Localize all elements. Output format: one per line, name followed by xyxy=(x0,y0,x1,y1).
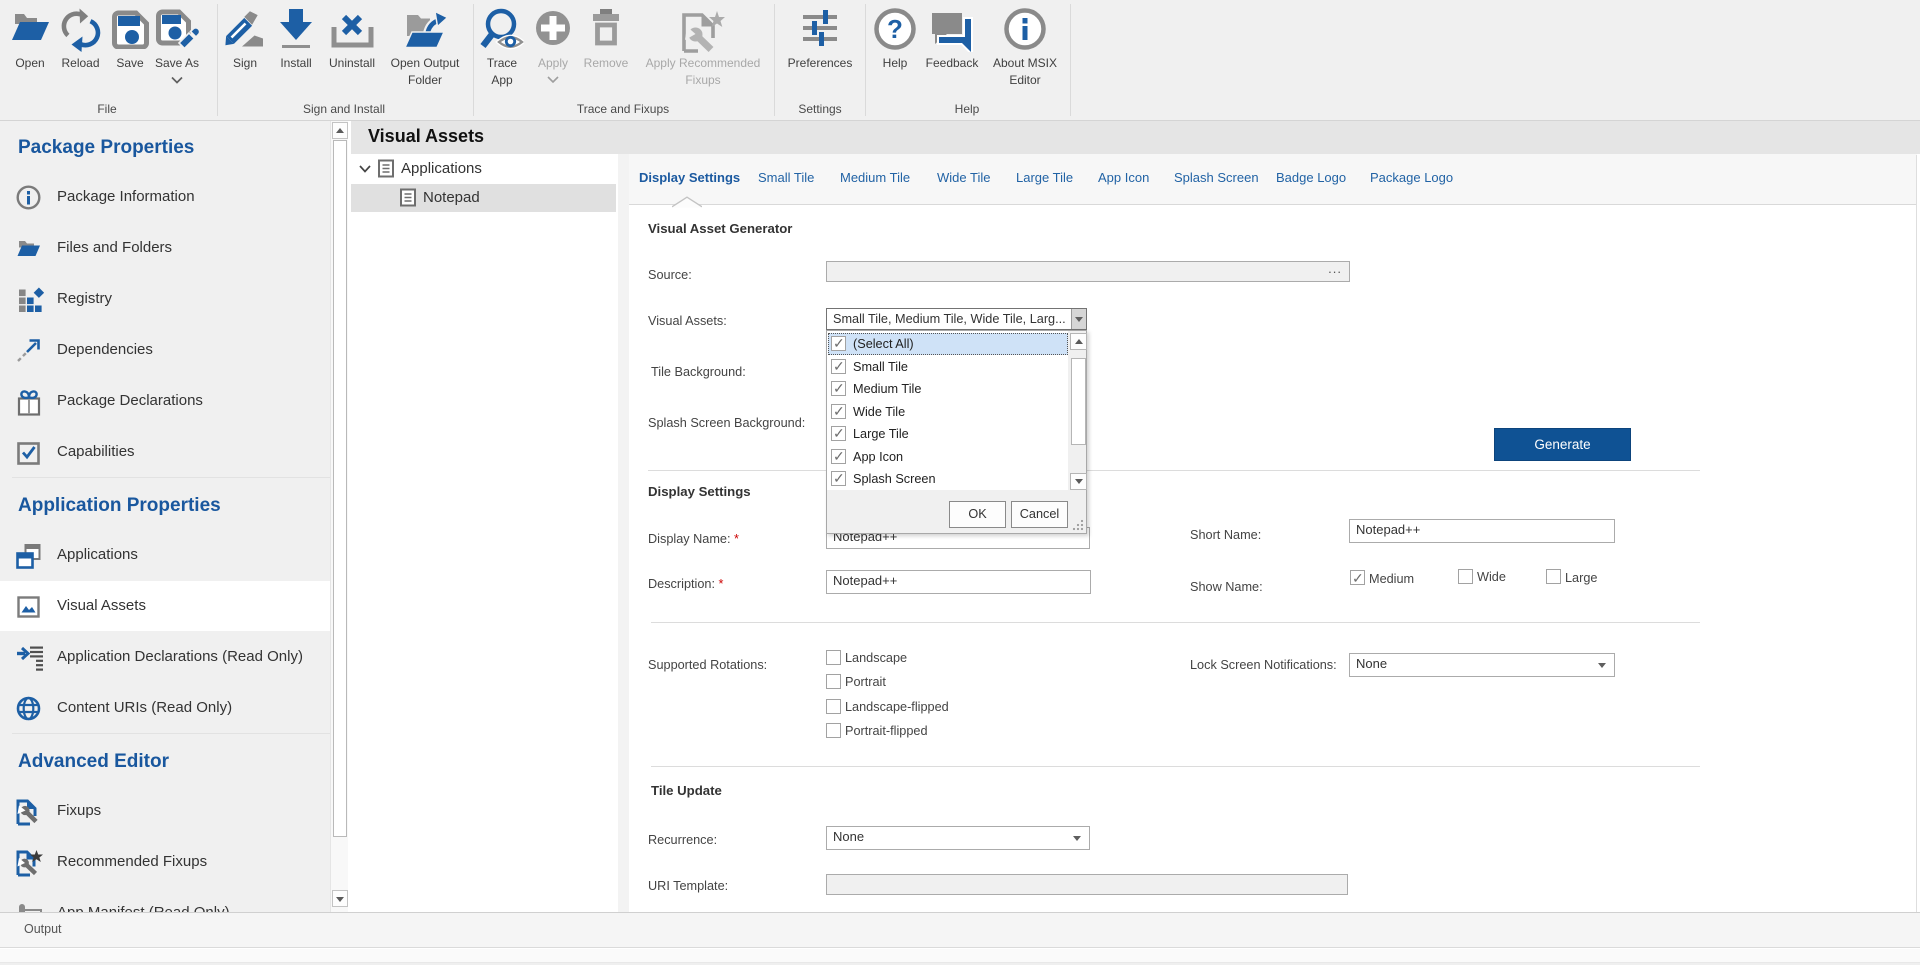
svg-text:?: ? xyxy=(887,14,903,44)
